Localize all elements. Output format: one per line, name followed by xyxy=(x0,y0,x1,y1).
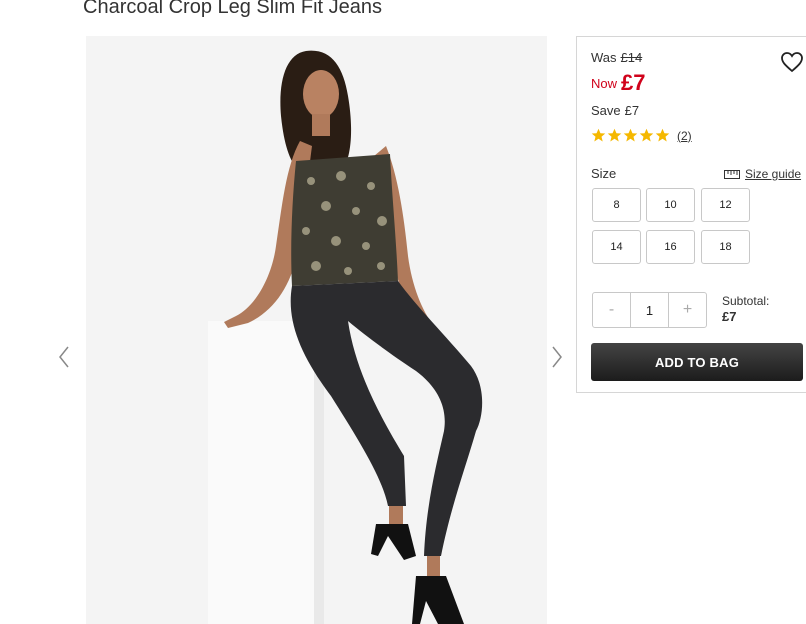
add-to-bag-button[interactable]: ADD TO BAG xyxy=(591,343,803,381)
subtotal: Subtotal: £7 xyxy=(722,294,769,324)
size-option[interactable]: 8 xyxy=(592,188,641,222)
size-option[interactable]: 16 xyxy=(646,230,695,264)
size-option[interactable]: 12 xyxy=(701,188,750,222)
chevron-right-icon[interactable] xyxy=(550,344,564,370)
product-image xyxy=(86,36,547,624)
subtotal-amount: £7 xyxy=(722,309,737,324)
save-amount-value: £7 xyxy=(624,103,640,118)
was-price-value: £14 xyxy=(620,50,643,65)
size-option[interactable]: 14 xyxy=(592,230,641,264)
save-label: Save xyxy=(591,103,621,118)
star-icon xyxy=(607,128,622,142)
star-icon xyxy=(591,128,606,142)
quantity-input[interactable]: 1 xyxy=(630,293,669,327)
review-count-link[interactable]: (2) xyxy=(677,129,692,143)
quantity-increase-button[interactable]: + xyxy=(669,293,706,327)
purchase-panel: Was £14 Now £7 Save £7 (2) Size Size guide … xyxy=(576,36,806,393)
size-guide-link[interactable]: Size guide xyxy=(724,167,801,181)
save-amount: Save £7 xyxy=(591,103,639,118)
size-option[interactable]: 18 xyxy=(701,230,750,264)
size-label: Size xyxy=(591,166,617,181)
product-title: Charcoal Crop Leg Slim Fit Jeans xyxy=(83,0,383,18)
now-label: Now xyxy=(591,76,618,91)
now-price: Now £7 xyxy=(591,70,646,96)
was-label: Was xyxy=(591,50,617,65)
star-icon xyxy=(655,128,670,142)
heart-icon[interactable] xyxy=(780,51,804,73)
now-price-value: £7 xyxy=(621,70,646,95)
rating-stars: (2) xyxy=(591,128,692,143)
star-icon xyxy=(639,128,654,142)
quantity-decrease-button[interactable]: - xyxy=(593,293,630,327)
size-option[interactable]: 10 xyxy=(646,188,695,222)
star-icon xyxy=(623,128,638,142)
ruler-icon xyxy=(724,169,740,179)
chevron-left-icon[interactable] xyxy=(57,344,71,370)
subtotal-label: Subtotal: xyxy=(722,294,770,308)
was-price: Was £14 xyxy=(591,50,642,65)
quantity-stepper: - 1 + xyxy=(592,292,707,328)
size-guide-label: Size guide xyxy=(745,167,802,181)
